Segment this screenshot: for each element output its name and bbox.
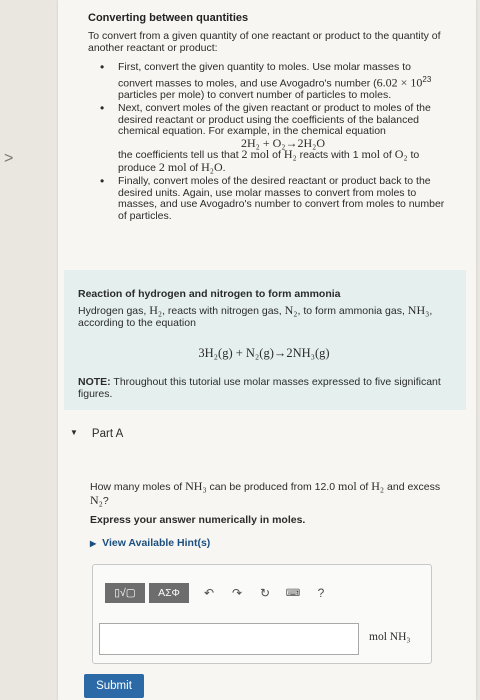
math-toolbar: ▯√▢ ΑΣΦ ↶ ↷ ↻ ⌨ ? — [105, 583, 333, 603]
answer-instruction: Express your answer numerically in moles… — [90, 514, 306, 526]
symbols-button[interactable]: ΑΣΦ — [149, 583, 189, 603]
redo-icon[interactable]: ↷ — [225, 586, 249, 600]
collapse-triangle-icon[interactable]: ▼ — [70, 428, 78, 437]
bullet-icon: • — [100, 174, 105, 188]
part-label: Part A — [91, 428, 124, 440]
bullet-icon: • — [100, 101, 105, 115]
list-item: • First, convert the given quantity to m… — [100, 60, 432, 101]
keyboard-icon[interactable]: ⌨ — [281, 588, 305, 599]
bullet-icon: • — [100, 60, 105, 74]
expand-triangle-icon: ▶ — [90, 539, 97, 548]
submit-button[interactable]: Submit — [84, 674, 144, 698]
templates-button[interactable]: ▯√▢ — [105, 583, 145, 603]
reaction-info-box: Reaction of hydrogen and nitrogen to for… — [64, 270, 466, 410]
tutorial-page: Converting between quantities To convert… — [58, 0, 476, 700]
note-text: NOTE: Throughout this tutorial use molar… — [78, 376, 441, 400]
reset-icon[interactable]: ↻ — [253, 586, 277, 600]
question-text: How many moles of NH₃ can be produced fr… — [90, 479, 441, 508]
undo-icon[interactable]: ↶ — [197, 586, 221, 600]
reaction-title: Reaction of hydrogen and nitrogen to for… — [78, 288, 341, 300]
list-item: • Finally, convert moles of the desired … — [100, 174, 445, 222]
steps-list: • First, convert the given quantity to m… — [88, 60, 448, 224]
list-item: • Next, convert moles of the given react… — [88, 101, 448, 174]
intro-text: To convert from a given quantity of one … — [88, 30, 441, 54]
reaction-equation: 3H₂(g) + N₂(g)→2NH₃(g) — [198, 346, 330, 360]
part-a-header[interactable]: ▼ Part A — [70, 428, 123, 440]
answer-input[interactable] — [99, 623, 359, 655]
answer-unit: mol NH₃ — [369, 631, 411, 643]
section-title: Converting between quantities — [88, 12, 249, 24]
view-hints-link[interactable]: ▶ View Available Hint(s) — [90, 537, 210, 549]
reaction-description: Hydrogen gas, H₂, reacts with nitrogen g… — [78, 303, 433, 329]
expand-chevron-icon[interactable]: > — [4, 150, 13, 168]
help-icon[interactable]: ? — [309, 586, 333, 600]
answer-entry-panel: ▯√▢ ΑΣΦ ↶ ↷ ↻ ⌨ ? mol NH₃ — [92, 564, 432, 664]
